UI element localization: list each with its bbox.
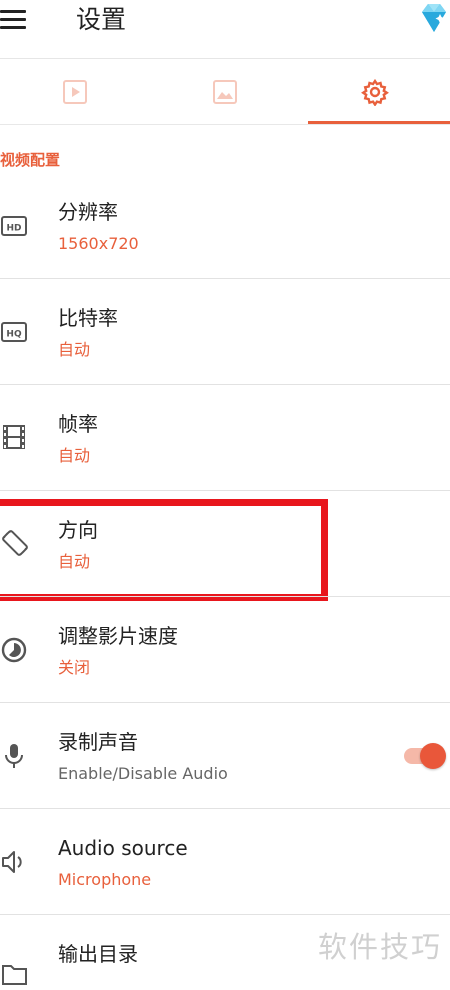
tab-bar: [0, 59, 450, 125]
microphone-icon: [5, 744, 23, 768]
row-divider: [0, 914, 450, 915]
setting-value: Enable/Disable Audio: [58, 764, 228, 783]
setting-title: 输出目录: [58, 942, 138, 966]
tab-videos[interactable]: [0, 59, 150, 125]
hq-icon: HQ: [1, 322, 27, 342]
setting-value: 自动: [58, 340, 91, 359]
setting-title: 调整影片速度: [58, 624, 178, 648]
film-strip-icon: [3, 425, 25, 449]
gear-icon: [361, 78, 389, 106]
tab-settings[interactable]: [300, 59, 450, 125]
setting-row-framerate[interactable]: 帧率 自动: [0, 402, 450, 490]
setting-title: 比特率: [58, 306, 118, 330]
row-divider: [0, 808, 450, 809]
setting-row-bitrate[interactable]: HQ 比特率 自动: [0, 296, 450, 384]
diamond-gem-icon[interactable]: [416, 0, 450, 36]
setting-title: 分辨率: [58, 200, 118, 224]
speaker-icon: [2, 851, 22, 873]
setting-title: Audio source: [58, 836, 188, 860]
row-divider: [0, 596, 450, 597]
setting-row-resolution[interactable]: HD 分辨率 1560x720: [0, 190, 450, 278]
setting-value: 1560x720: [58, 234, 139, 253]
highlight-annotation-box: [0, 499, 328, 601]
svg-text:HD: HD: [6, 224, 21, 234]
row-divider: [0, 384, 450, 385]
setting-value: Microphone: [58, 870, 152, 889]
section-header-video-config: 视频配置: [0, 151, 61, 169]
record-audio-toggle[interactable]: [402, 741, 450, 771]
timelapse-icon: [1, 637, 27, 663]
hd-icon: HD: [1, 216, 27, 236]
row-divider: [0, 702, 450, 703]
folder-icon: [2, 965, 27, 985]
svg-text:HQ: HQ: [6, 330, 22, 340]
setting-value: 关闭: [58, 658, 91, 677]
image-icon: [213, 80, 237, 104]
hamburger-menu-icon[interactable]: [0, 8, 28, 32]
setting-row-audio-source[interactable]: Audio source Microphone: [0, 826, 450, 914]
tab-images[interactable]: [150, 59, 300, 125]
video-play-icon: [63, 80, 87, 104]
toggle-thumb: [420, 743, 446, 769]
row-divider: [0, 490, 450, 491]
app-bar: 设置: [0, 0, 450, 58]
setting-row-record-audio[interactable]: 录制声音 Enable/Disable Audio: [0, 720, 450, 808]
setting-title: 帧率: [58, 412, 98, 436]
row-divider: [0, 278, 450, 279]
watermark-text: 软件技巧: [318, 930, 443, 964]
page-title: 设置: [76, 5, 127, 34]
tabs-divider: [0, 124, 450, 125]
setting-title: 录制声音: [58, 730, 138, 754]
setting-row-speed[interactable]: 调整影片速度 关闭: [0, 614, 450, 702]
setting-value: 自动: [58, 446, 91, 465]
